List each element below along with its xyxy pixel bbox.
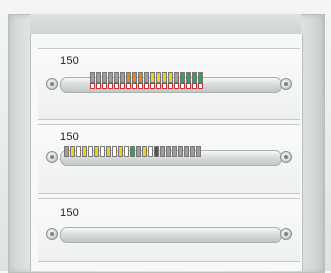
terminal-block-icon (64, 146, 202, 157)
panel-label: 150 (60, 207, 79, 219)
screw-icon (46, 78, 58, 90)
screw-icon (280, 78, 292, 90)
screw-icon (46, 228, 58, 240)
terminal-marker-row (90, 83, 204, 89)
panel-3: 150 (38, 198, 300, 262)
screw-icon (280, 228, 292, 240)
panel-2: 150 (38, 124, 300, 194)
panel-label: 150 (60, 55, 79, 67)
panel-1: 150 (38, 48, 300, 120)
screw-icon (46, 151, 58, 163)
terminal-block-icon (90, 72, 204, 83)
din-rail-icon (60, 227, 282, 243)
panel-label: 150 (60, 131, 79, 143)
cabinet-top-strip (30, 14, 301, 35)
screw-icon (280, 151, 292, 163)
